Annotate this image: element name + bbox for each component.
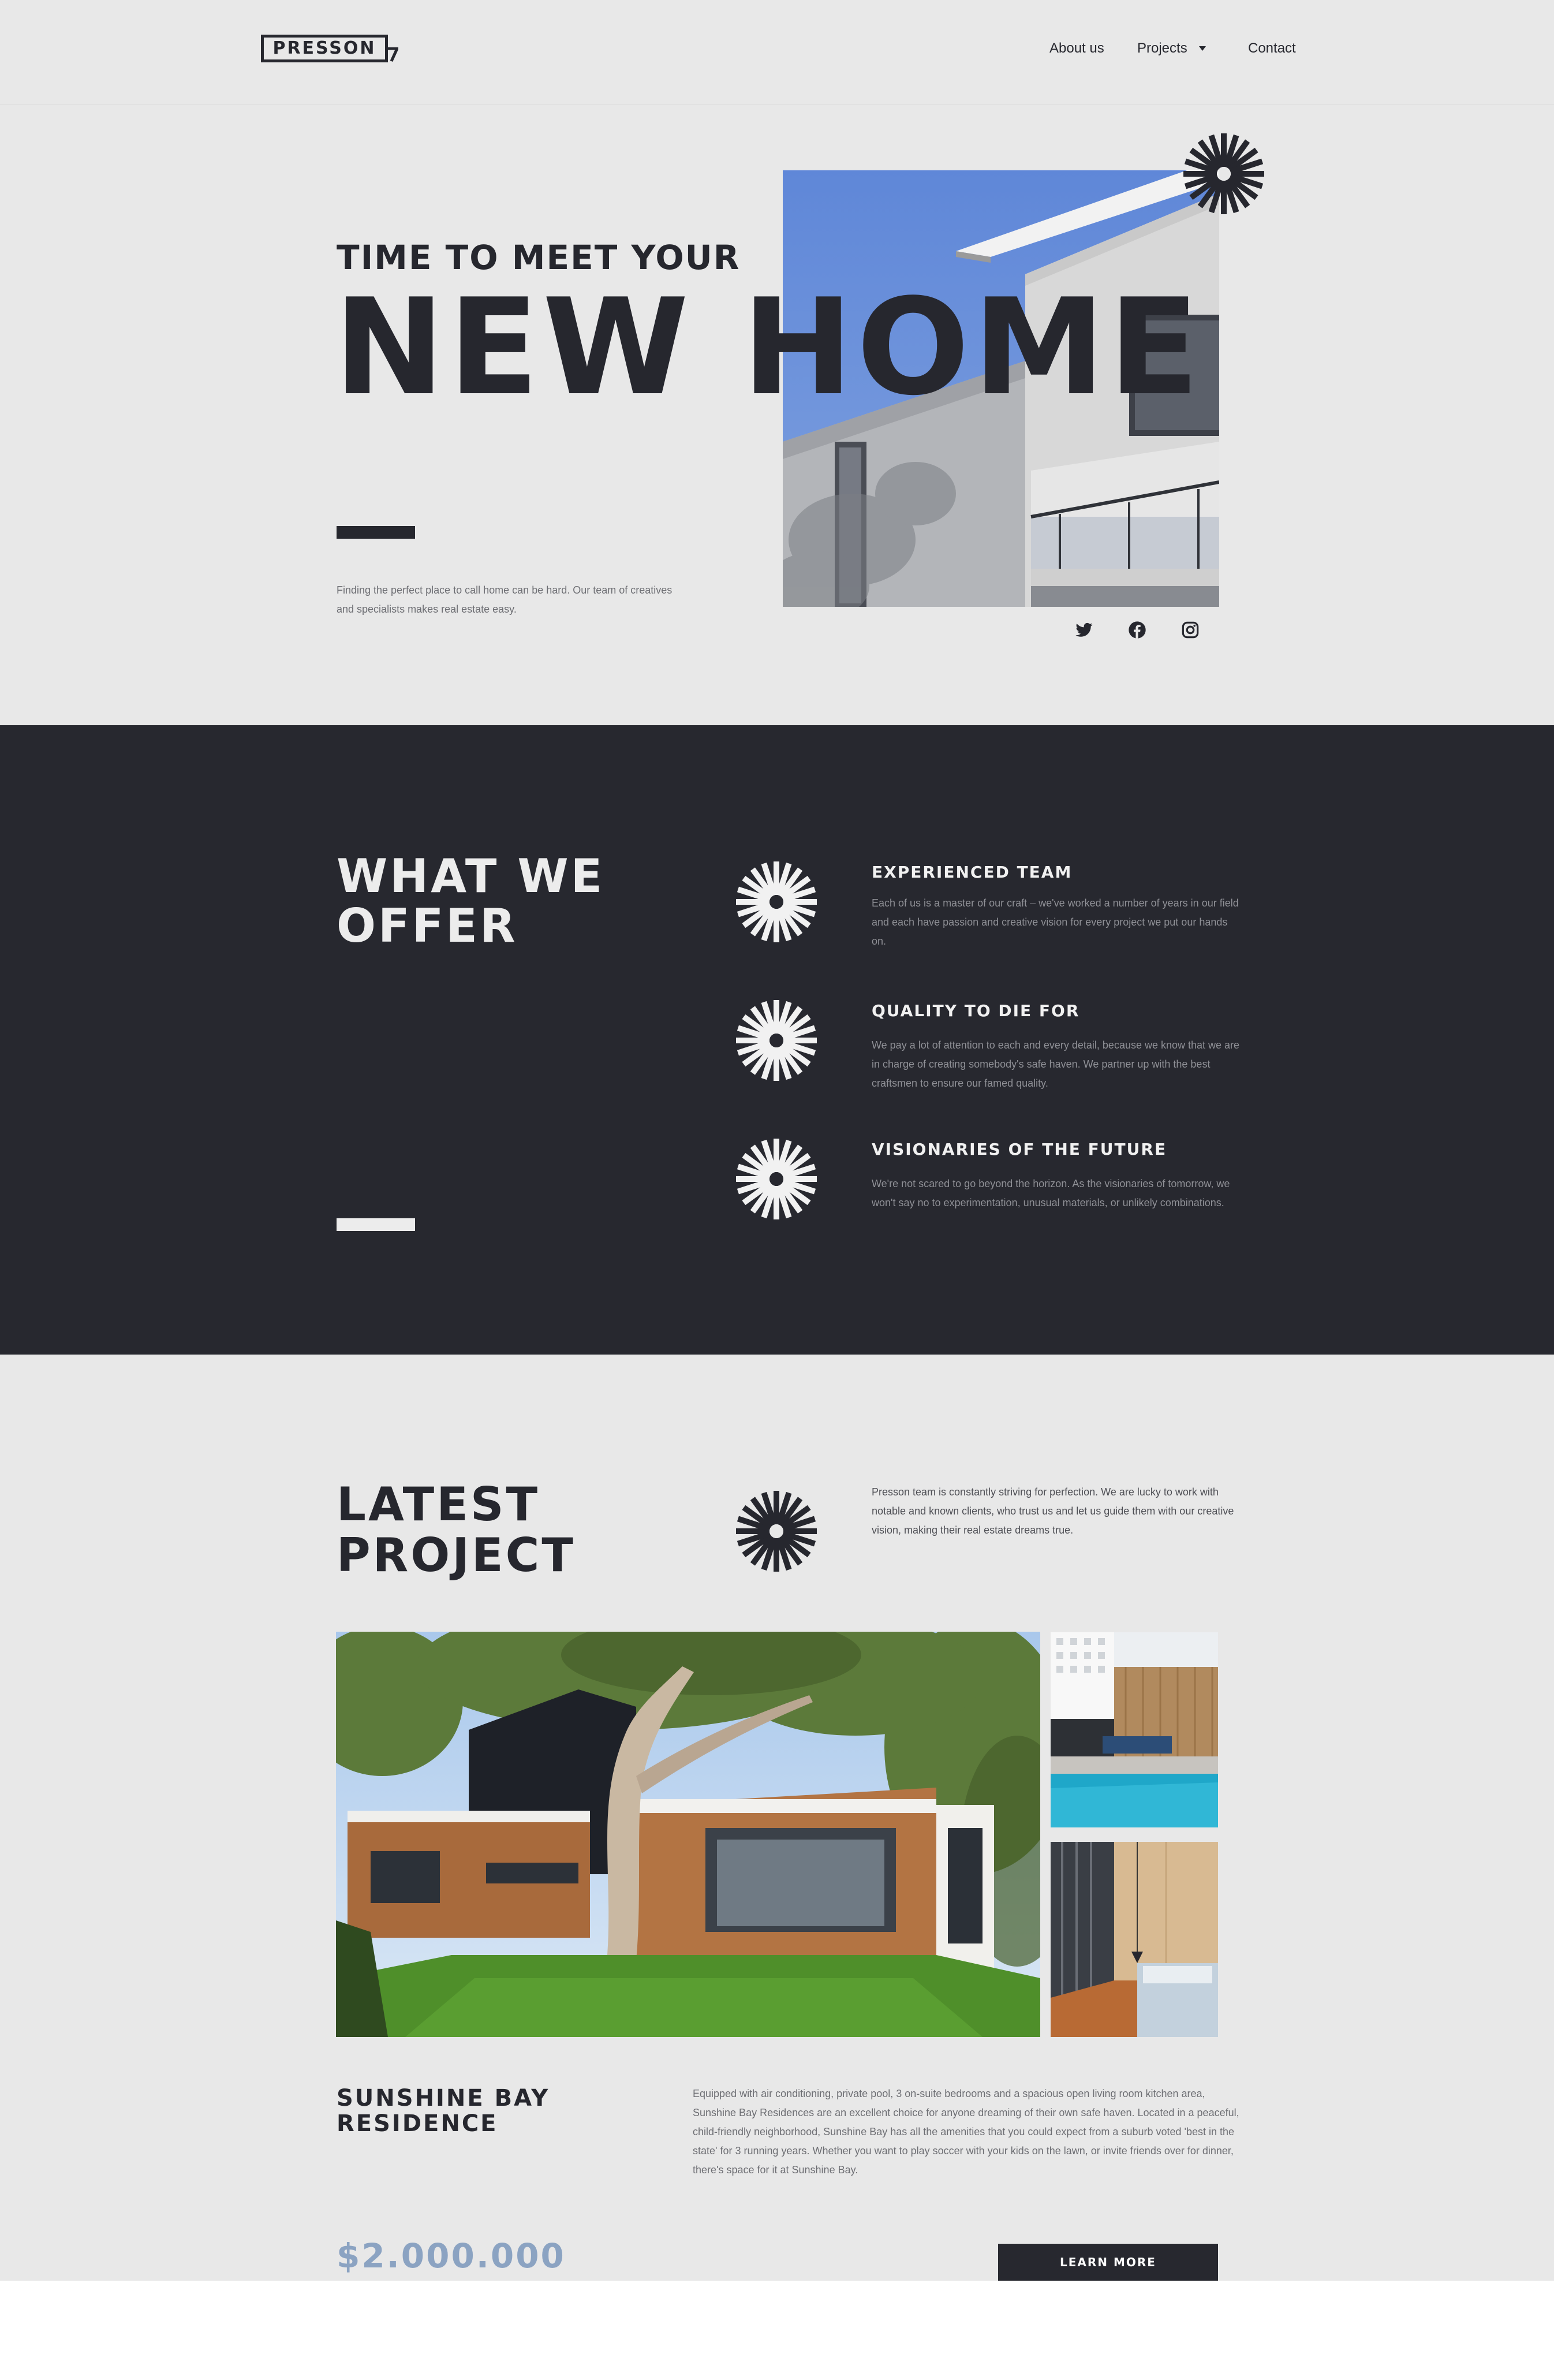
- offer-title-line1: WHAT WE: [337, 849, 605, 903]
- sunburst-icon: [736, 1491, 817, 1572]
- sunburst-icon: [736, 861, 817, 942]
- feature-title: QUALITY TO DIE FOR: [872, 1001, 1080, 1020]
- accent-bar: [337, 526, 415, 539]
- sunburst-icon: [1183, 133, 1264, 214]
- project-description: Equipped with air conditioning, private …: [693, 2088, 1239, 2176]
- logo-tail-icon: [388, 47, 398, 62]
- latest-title-line1: LATEST: [337, 1478, 540, 1531]
- offer-title-line2: OFFER: [337, 899, 518, 953]
- feature-text: Each of us is a master of our craft – we…: [872, 897, 1239, 947]
- sunburst-icon: [736, 1000, 817, 1081]
- logo[interactable]: PRESSON: [261, 35, 388, 62]
- feature-title: EXPERIENCED TEAM: [872, 863, 1073, 882]
- nav-contact[interactable]: Contact: [1248, 40, 1296, 57]
- twitter-icon[interactable]: [1075, 621, 1093, 639]
- project-pool-photo[interactable]: [1051, 1632, 1218, 1827]
- latest-description: Presson team is constantly striving for …: [872, 1486, 1234, 1536]
- project-name: SUNSHINE BAY RESIDENCE: [337, 2085, 550, 2137]
- instagram-icon[interactable]: [1181, 621, 1200, 639]
- nav-about-us[interactable]: About us: [1049, 40, 1104, 57]
- latest-title: LATEST PROJECT: [337, 1479, 576, 1581]
- hero-title: NEW HOME: [334, 271, 1203, 425]
- sunburst-icon: [736, 1139, 817, 1219]
- site-header: PRESSON About us Projects Contact: [0, 0, 1554, 105]
- accent-bar-light: [337, 1218, 415, 1231]
- offer-title: WHAT WE OFFER: [337, 852, 604, 951]
- feature-text: We pay a lot of attention to each and ev…: [872, 1039, 1240, 1089]
- feature-title: VISIONARIES OF THE FUTURE: [872, 1140, 1167, 1159]
- chevron-down-icon[interactable]: [1198, 45, 1206, 52]
- project-price: $2.000.000: [337, 2236, 566, 2275]
- hero-description: Finding the perfect place to call home c…: [337, 584, 673, 615]
- nav-projects[interactable]: Projects: [1137, 40, 1187, 57]
- learn-more-button[interactable]: LEARN MORE: [998, 2244, 1218, 2281]
- latest-title-line2: PROJECT: [337, 1528, 576, 1582]
- facebook-icon[interactable]: [1128, 621, 1146, 639]
- project-bedroom-photo[interactable]: [1051, 1842, 1218, 2037]
- feature-text: We're not scared to go beyond the horizo…: [872, 1178, 1230, 1208]
- project-main-photo[interactable]: [336, 1632, 1040, 2037]
